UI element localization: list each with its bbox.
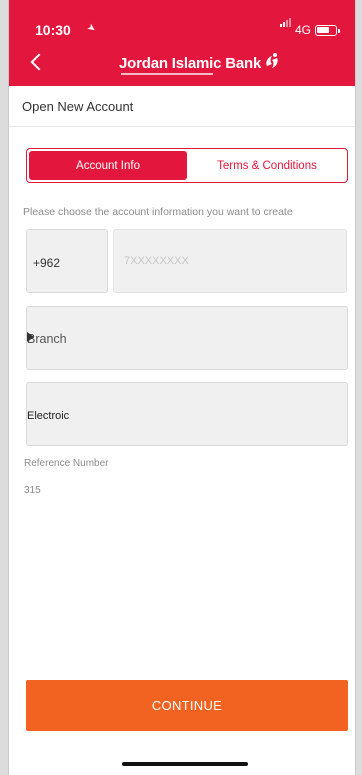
country-code-field[interactable]: +962	[26, 229, 108, 293]
bank-logo: Jordan Islamic Bank	[119, 53, 280, 80]
logo-text: Jordan Islamic Bank	[119, 55, 262, 72]
app-screen: 10:30 ➤ 4G Jordan Islamic Bank Open New …	[8, 0, 356, 775]
divider	[9, 126, 355, 127]
page-title: Open New Account	[22, 99, 134, 114]
app-header: 10:30 ➤ 4G Jordan Islamic Bank	[9, 0, 355, 86]
caret-right-icon	[27, 332, 34, 342]
tab-bar: Account Info Terms & Conditions	[26, 148, 348, 183]
continue-button[interactable]: CONTINUE	[26, 680, 348, 731]
back-button[interactable]	[30, 53, 48, 71]
form-hint: Please choose the account information yo…	[23, 206, 293, 218]
status-time: 10:30	[35, 22, 71, 38]
status-bar: 10:30 ➤ 4G	[9, 0, 355, 40]
phone-input[interactable]	[114, 230, 346, 292]
tab-account-info[interactable]: Account Info	[29, 151, 187, 180]
reference-number-value: 315	[24, 485, 41, 496]
network-type: 4G	[295, 23, 312, 37]
home-indicator	[122, 762, 248, 766]
bank-logo-mark-icon	[266, 53, 278, 68]
account-type-field[interactable]: Electroic	[26, 382, 348, 446]
account-type-value: Electroic	[27, 410, 70, 422]
reference-number-label: Reference Number	[24, 458, 109, 469]
location-arrow-icon: ➤	[84, 21, 98, 36]
branch-select[interactable]: Branch	[26, 306, 348, 370]
phone-field	[113, 229, 347, 293]
battery-icon	[315, 25, 340, 36]
logo-underline	[121, 73, 213, 75]
country-code-value: +962	[33, 256, 61, 270]
tab-terms-conditions[interactable]: Terms & Conditions	[187, 149, 347, 182]
